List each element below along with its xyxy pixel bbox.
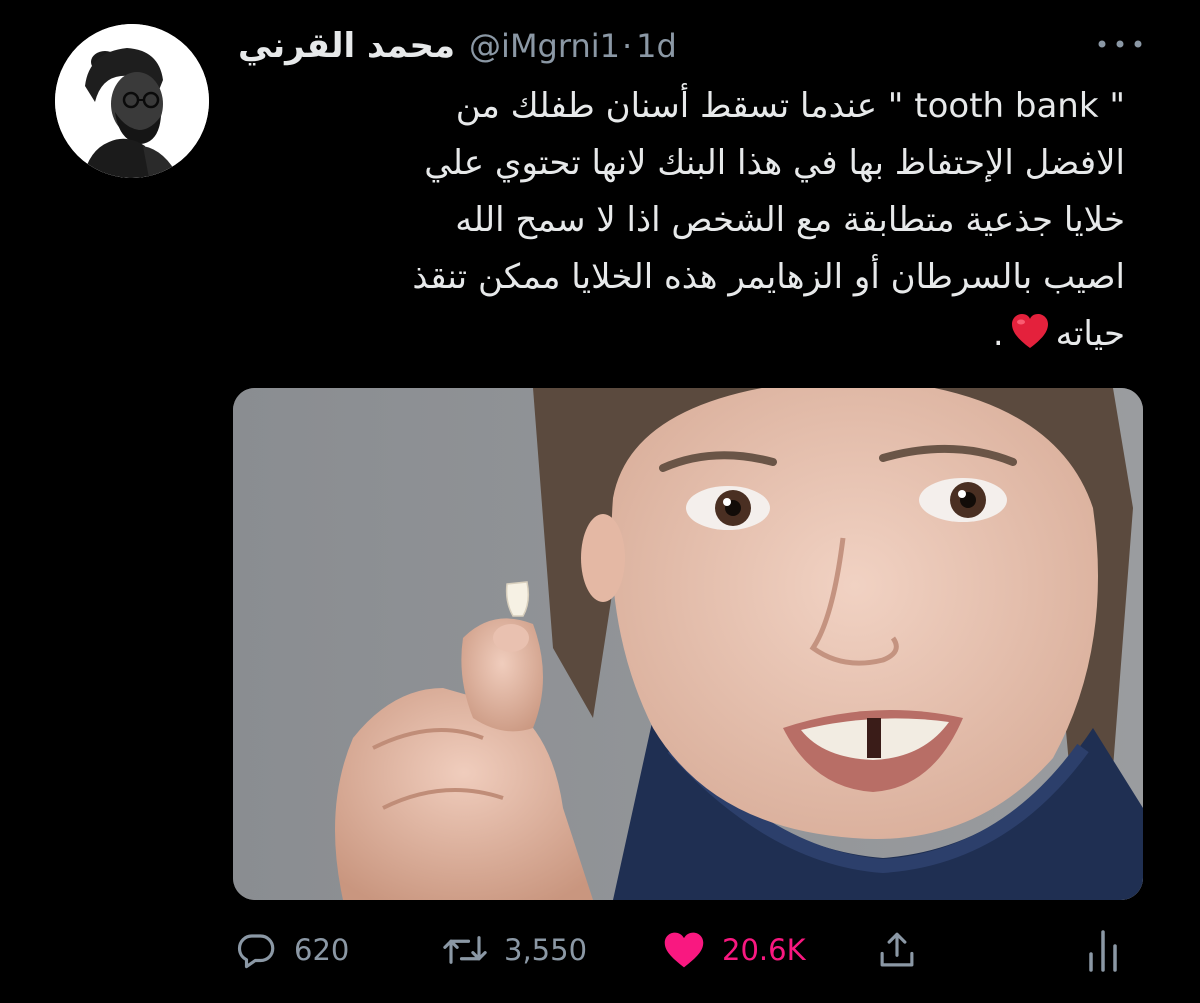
reply-count: 620 [294, 933, 350, 967]
like-button[interactable]: 20.6K [662, 920, 806, 980]
tweet-text: " tooth bank " عندما تسقط أسنان طفلك من … [238, 78, 1125, 363]
child-holding-tooth-photo [233, 388, 1143, 900]
tweet-page: محمد القرني @iMgrni1 · 1d " tooth bank "… [0, 0, 1200, 1003]
author-handle[interactable]: @iMgrni1 [469, 27, 620, 65]
tweet-text-line: اصيب بالسرطان أو الزهايمر هذه الخلايا مم… [412, 257, 1125, 297]
tweet-text-line: خلايا جذعية متطابقة مع الشخص اذا لا سمح … [455, 200, 1125, 240]
tweet-text-last-line: حياته. [238, 306, 1125, 363]
tweet-text-fragment: . [992, 314, 1004, 354]
more-options-icon[interactable] [1092, 30, 1148, 58]
share-icon [880, 932, 914, 967]
share-button[interactable] [876, 920, 918, 980]
author-avatar[interactable] [55, 24, 209, 178]
tweet-media[interactable] [233, 388, 1143, 900]
reply-button[interactable]: 620 [236, 920, 349, 980]
tweet-text-line: الافضل الإحتفاظ بها في هذا البنك لانها ت… [424, 143, 1125, 183]
retweet-count: 3,550 [504, 933, 588, 967]
avatar-photo [55, 24, 209, 178]
reply-icon [237, 934, 275, 969]
like-count: 20.6K [722, 933, 806, 967]
tweet-text-fragment: حياته [1055, 314, 1125, 354]
retweet-button[interactable]: 3,550 [442, 920, 587, 980]
tweet-timestamp[interactable]: 1d [636, 27, 677, 65]
retweet-icon [443, 936, 487, 964]
tweet-header: محمد القرني @iMgrni1 · 1d [238, 20, 677, 72]
tweet-action-bar: 620 3,550 20.6K [0, 920, 1200, 980]
analytics-button[interactable] [1086, 920, 1120, 980]
heart-icon [664, 932, 704, 968]
author-display-name[interactable]: محمد القرني [238, 26, 455, 66]
red-heart-emoji-icon [1011, 314, 1048, 348]
header-separator: · [621, 27, 633, 65]
analytics-icon [1089, 930, 1117, 972]
tweet-text-line: " tooth bank " عندما تسقط أسنان طفلك من [455, 86, 1125, 126]
